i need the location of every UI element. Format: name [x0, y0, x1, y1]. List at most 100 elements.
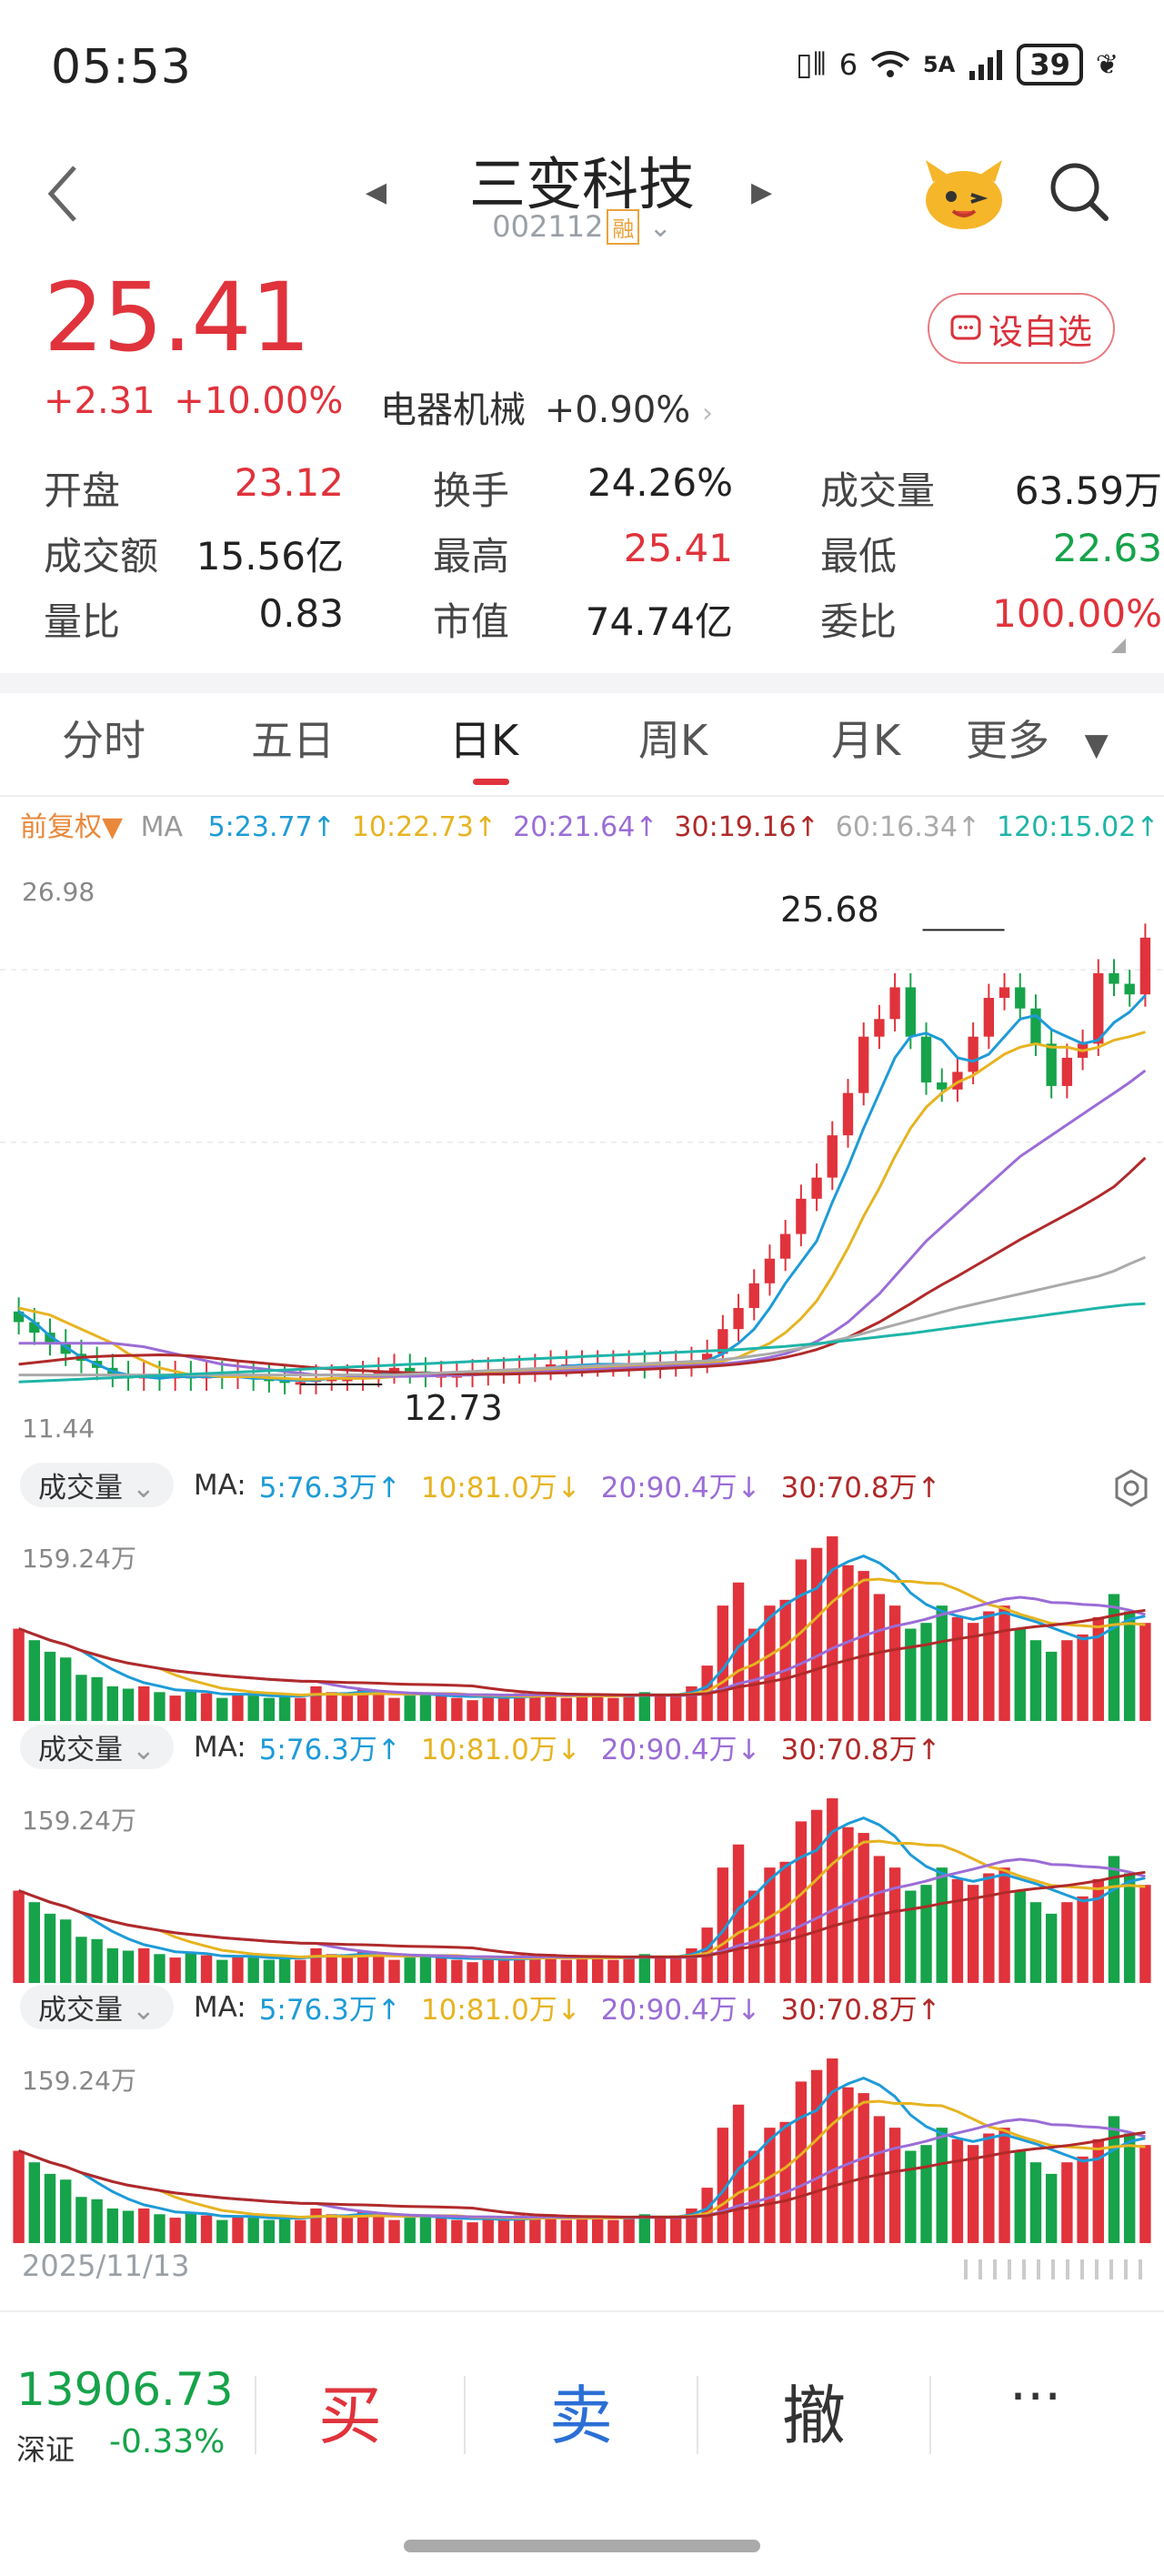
section-divider [0, 673, 1164, 693]
candle-body [748, 1283, 759, 1308]
divider [697, 2376, 698, 2454]
volume-chart[interactable] [0, 1796, 1164, 1987]
volume-bar [295, 1697, 306, 1721]
tab-more-label: 更多 [966, 716, 1049, 765]
volume-ma-label: MA: [193, 1730, 246, 1764]
low-value: 22.63 [1052, 526, 1162, 570]
ma-indicator-bar[interactable]: 前复权▼ MA 5:23.77↑ 10:22.73↑ 20:21.64↑ 30:19.… [20, 804, 1159, 844]
volume-selector[interactable]: 成交量 ⌄ [20, 1985, 174, 2029]
chevron-right-icon: › [702, 397, 714, 429]
volume-bar [154, 1954, 166, 1983]
volume-selector[interactable]: 成交量 ⌄ [20, 1725, 174, 1769]
ma-value-5: 120:15.02↑ [997, 811, 1159, 843]
leaf-icon: ❦ [1095, 48, 1119, 81]
volume-bar [951, 1878, 964, 1983]
tab-monthly-k[interactable]: 月K [831, 695, 900, 793]
index-value[interactable]: 13906.73 [16, 2363, 234, 2416]
volume-bar [1077, 1634, 1089, 1721]
volume-bar [263, 1697, 276, 1721]
volume-bar [75, 1675, 87, 1721]
volume-bar [169, 1696, 181, 1721]
wifi-signal-icon [870, 51, 910, 77]
volume-bar [310, 1947, 322, 1983]
adjust-selector[interactable]: 前复权▼ [20, 811, 123, 843]
volume-bar [795, 1821, 808, 1983]
volume-bar [576, 1957, 588, 1983]
volume-bar [1092, 2138, 1104, 2243]
volume-bar [983, 1611, 995, 1721]
add-watchlist-button[interactable]: 设自选 [928, 293, 1115, 364]
volume-ma-value: 10:81.0万↓ [420, 1994, 581, 2027]
volume-panel-header: 成交量 ⌄ MA: 5:76.3万↑ 10:81.0万↓ 20:90.4万↓ 30:70.… [20, 1725, 961, 1769]
sell-button[interactable]: 卖 [549, 2365, 613, 2457]
high-label: 最高 [433, 534, 510, 579]
home-indicator[interactable] [404, 2540, 760, 2552]
volume-bar [607, 1959, 619, 1983]
chat-icon [950, 315, 981, 340]
volume-bar [998, 2128, 1010, 2243]
scroll-indicator[interactable] [964, 2259, 1142, 2279]
volume-bar [373, 1693, 385, 1721]
volume-bar [1061, 2162, 1073, 2243]
chevron-down-icon: ⌄ [131, 1734, 156, 1766]
tab-more[interactable]: 更多 ▼ [966, 695, 1109, 793]
volume-bar [888, 1867, 901, 1983]
volume-chart[interactable] [0, 2056, 1164, 2247]
volume-bar [1108, 2116, 1120, 2243]
volume-bar [295, 1959, 306, 1983]
ma-value-0: 5:23.77↑ [207, 811, 336, 843]
volume-bar [263, 1959, 276, 1983]
candle-body [811, 1177, 822, 1199]
volume-bar [936, 1605, 948, 1721]
candle-body [827, 1135, 838, 1178]
price-change: +2.31 +10.00% [44, 380, 343, 422]
volume-bar [873, 1856, 886, 1983]
kline-chart[interactable] [0, 864, 1164, 1455]
cancel-order-button[interactable]: 撤 [782, 2365, 846, 2457]
market-cap-label: 市值 [433, 599, 510, 644]
volume-chart[interactable] [0, 1534, 1164, 1725]
expand-corner-icon[interactable] [1111, 639, 1126, 653]
volume-bar [122, 2210, 135, 2243]
volume-bar [60, 1919, 72, 1983]
cell-signal-icon [969, 50, 1003, 80]
network-type: 5A [923, 52, 956, 77]
volume-ma-label: MA: [193, 1468, 246, 1502]
search-button[interactable] [1048, 160, 1111, 224]
volume-bar [388, 1697, 400, 1721]
candle-body [1046, 1043, 1057, 1086]
volume-bar [936, 2128, 948, 2243]
volume-bar [200, 2215, 213, 2243]
volume-title: 成交量 [38, 1734, 123, 1766]
tab-weekly-k[interactable]: 周K [638, 695, 707, 793]
volume-bar [404, 1696, 416, 1721]
volume-title: 成交量 [38, 1994, 123, 2027]
stock-code: 002112 [492, 209, 604, 244]
volume-selector[interactable]: 成交量 ⌄ [20, 1463, 174, 1507]
volume-bar [44, 1913, 56, 1983]
candle-body [796, 1198, 807, 1234]
mascot-icon[interactable] [920, 155, 1008, 233]
volume-bar [467, 1700, 478, 1721]
more-button[interactable]: ··· [1009, 2365, 1061, 2429]
volume-bar [1108, 1594, 1120, 1721]
amount-label: 成交额 [44, 534, 159, 579]
volume-bar [607, 2219, 619, 2243]
volume-bar [1045, 1651, 1058, 1721]
volume-bar [1139, 1623, 1151, 1721]
volume-bar [435, 2218, 447, 2243]
volume-bar [310, 2208, 322, 2243]
ma-value-2: 20:21.64↑ [513, 811, 658, 843]
volume-bar [13, 2150, 25, 2243]
sector-link[interactable]: 电器机械 +0.90% › [380, 380, 713, 433]
volume-bar [623, 1696, 635, 1721]
volume-bar [936, 1867, 948, 1983]
tab-intraday[interactable]: 分时 [62, 695, 146, 793]
buy-button[interactable]: 买 [318, 2365, 382, 2457]
volume-bar [263, 2219, 276, 2243]
tab-five-day[interactable]: 五日 [251, 695, 335, 793]
volume-bar [827, 1798, 838, 1983]
volume-bar [795, 2081, 808, 2243]
volume-bar [497, 2219, 510, 2243]
settings-icon[interactable] [1111, 1468, 1151, 1512]
